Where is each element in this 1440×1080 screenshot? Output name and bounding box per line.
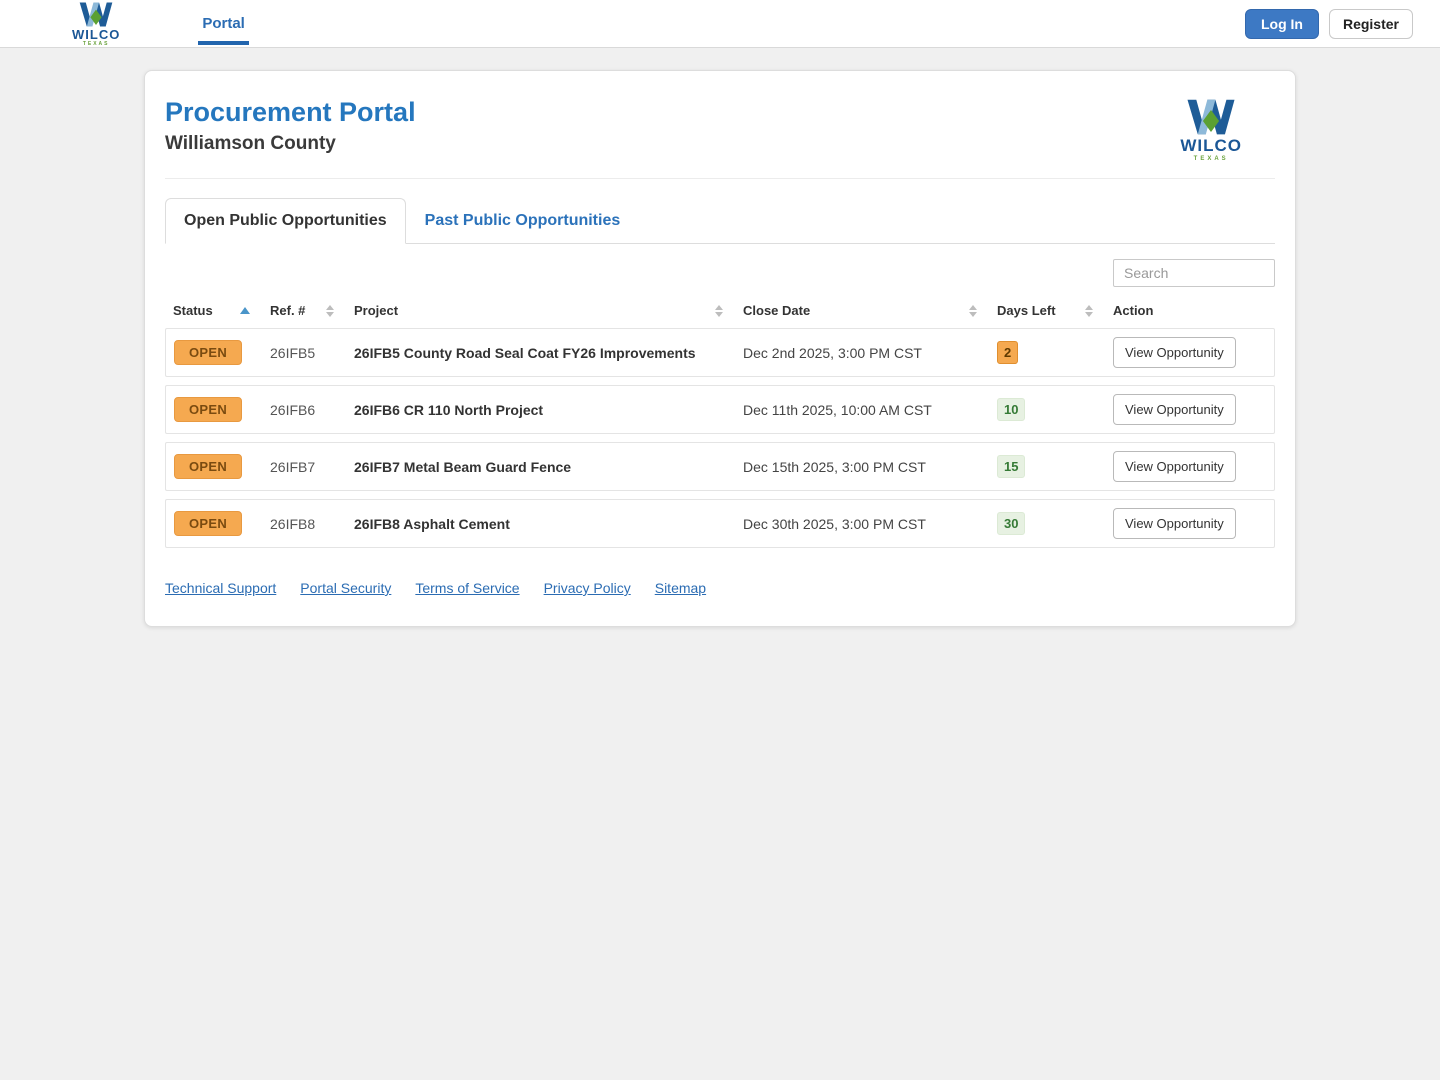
close-date-cell: Dec 2nd 2025, 3:00 PM CST [735,328,989,377]
wilco-logo[interactable]: WILCO TEXAS [72,0,120,47]
days-left-cell: 15 [989,442,1105,491]
brand-subtext: TEXAS [1193,156,1229,162]
days-left-cell: 30 [989,499,1105,548]
status-cell: OPEN [165,442,262,491]
status-cell: OPEN [165,328,262,377]
brand-name: WILCO [1180,136,1242,155]
ref-cell: 26IFB5 [262,328,346,377]
search-input[interactable] [1113,259,1275,287]
active-nav-indicator [198,41,249,45]
ref-cell: 26IFB7 [262,442,346,491]
days-left-cell: 2 [989,328,1105,377]
wilco-w-icon [1187,99,1235,135]
nav-tab-portal[interactable]: Portal [198,0,249,47]
column-header-ref[interactable]: Ref. # [262,301,346,320]
status-cell: OPEN [165,385,262,434]
sort-icon [969,304,977,317]
status-badge: OPEN [174,397,243,422]
column-label: Project [354,303,399,318]
register-button[interactable]: Register [1328,8,1413,39]
footer-link-technical-support[interactable]: Technical Support [165,580,276,596]
wilco-w-icon [79,2,113,27]
close-date-cell: Dec 15th 2025, 3:00 PM CST [735,442,989,491]
project-cell: 26IFB8 Asphalt Cement [346,499,735,548]
days-left-cell: 10 [989,385,1105,434]
tab-open-public-opportunities[interactable]: Open Public Opportunities [165,198,406,244]
ref-cell: 26IFB6 [262,385,346,434]
footer-link-privacy-policy[interactable]: Privacy Policy [544,580,631,596]
project-cell: 26IFB7 Metal Beam Guard Fence [346,442,735,491]
wilco-logo-large: WILCO TEXAS [1180,97,1242,162]
brand-name: WILCO [72,27,121,42]
column-label: Ref. # [270,303,306,318]
page-title: Procurement Portal [165,97,416,127]
view-opportunity-button[interactable]: View Opportunity [1113,337,1236,368]
column-label: Close Date [743,303,811,318]
table-row: OPEN 26IFB6 26IFB6 CR 110 North Project … [165,385,1275,434]
top-navigation-bar: WILCO TEXAS Portal Log In Register [0,0,1440,48]
column-header-action: Action [1105,301,1275,320]
days-left-badge: 30 [997,512,1026,535]
view-opportunity-button[interactable]: View Opportunity [1113,394,1236,425]
days-left-badge: 15 [997,455,1026,478]
footer-link-sitemap[interactable]: Sitemap [655,580,706,596]
topbar-actions: Log In Register [1244,0,1413,47]
table-body: OPEN 26IFB5 26IFB5 County Road Seal Coat… [165,328,1275,548]
action-cell: View Opportunity [1105,442,1275,491]
brand-subtext: TEXAS [82,41,110,47]
column-header-project[interactable]: Project [346,301,735,320]
close-date-cell: Dec 11th 2025, 10:00 AM CST [735,385,989,434]
column-header-close-date[interactable]: Close Date [735,301,989,320]
tabs-wrap: Open Public Opportunities Past Public Opp… [145,179,1295,244]
project-cell: 26IFB5 County Road Seal Coat FY26 Improv… [346,328,735,377]
sort-icon [1085,304,1093,317]
status-badge: OPEN [174,340,243,365]
view-opportunity-button[interactable]: View Opportunity [1113,451,1236,482]
card-header: Procurement Portal Williamson County WIL… [145,71,1295,178]
title-block: Procurement Portal Williamson County [165,97,416,155]
days-left-badge: 10 [997,398,1026,421]
column-label: Action [1113,303,1154,318]
ref-cell: 26IFB8 [262,499,346,548]
view-opportunity-button[interactable]: View Opportunity [1113,508,1236,539]
nav-portal-label: Portal [202,15,245,32]
footer-link-terms-of-service[interactable]: Terms of Service [415,580,519,596]
column-label: Status [173,303,213,318]
status-badge: OPEN [174,511,243,536]
action-cell: View Opportunity [1105,499,1275,548]
status-cell: OPEN [165,499,262,548]
page-subtitle: Williamson County [165,133,336,155]
days-left-badge: 2 [997,341,1019,364]
sort-ascending-icon [240,307,250,314]
table-header-row: Status Ref. # Project Close Date Days Left Ac… [165,301,1275,320]
column-label: Days Left [997,303,1056,318]
login-button[interactable]: Log In [1244,8,1319,39]
action-cell: View Opportunity [1105,328,1275,377]
close-date-cell: Dec 30th 2025, 3:00 PM CST [735,499,989,548]
table-row: OPEN 26IFB8 26IFB8 Asphalt Cement Dec 30… [165,499,1275,548]
sort-icon [326,304,334,317]
action-cell: View Opportunity [1105,385,1275,434]
sort-icon [715,304,723,317]
table-row: OPEN 26IFB7 26IFB7 Metal Beam Guard Fenc… [165,442,1275,491]
procurement-portal-card: Procurement Portal Williamson County WIL… [144,70,1296,627]
footer-link-portal-security[interactable]: Portal Security [300,580,391,596]
tabs: Open Public Opportunities Past Public Opp… [165,198,1275,244]
footer-links: Technical Support Portal Security Terms of… [145,556,1295,622]
opportunities-table: Status Ref. # Project Close Date Days Left Ac… [165,293,1275,556]
table-wrap: Status Ref. # Project Close Date Days Left Ac… [145,293,1295,556]
project-cell: 26IFB6 CR 110 North Project [346,385,735,434]
tab-past-public-opportunities[interactable]: Past Public Opportunities [406,198,640,244]
table-toolbar [145,244,1295,293]
column-header-days-left[interactable]: Days Left [989,301,1105,320]
status-badge: OPEN [174,454,243,479]
column-header-status[interactable]: Status [165,301,262,320]
table-row: OPEN 26IFB5 26IFB5 County Road Seal Coat… [165,328,1275,377]
